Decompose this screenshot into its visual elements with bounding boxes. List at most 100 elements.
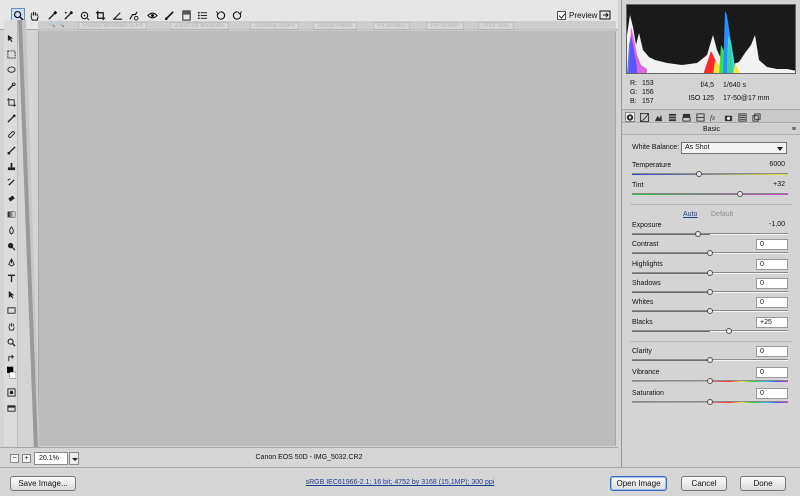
slider-value-field[interactable]: 6000 xyxy=(756,160,788,171)
slider-label: Saturation xyxy=(632,390,664,397)
type-icon[interactable] xyxy=(7,274,16,283)
slider-thumb[interactable] xyxy=(707,308,713,314)
open-image-button[interactable]: Open Image xyxy=(610,476,667,491)
slider-thumb[interactable] xyxy=(707,250,713,256)
rotate-left-icon[interactable] xyxy=(213,8,227,22)
hand-icon[interactable] xyxy=(7,322,16,331)
ghost-option: Fit Screen xyxy=(373,22,411,30)
slider-value-field[interactable]: -1,00 xyxy=(756,220,788,231)
workflow-options-link[interactable]: sRGB IEC61966-2.1; 16 bit; 4752 by 3168 … xyxy=(0,479,800,486)
marquee-icon[interactable] xyxy=(7,50,16,59)
slider-track[interactable] xyxy=(632,193,788,195)
spot-removal-tool-icon[interactable] xyxy=(126,8,140,22)
presets-tab-icon[interactable] xyxy=(737,112,747,122)
dodge-icon[interactable] xyxy=(7,242,16,251)
slider-label: Highlights xyxy=(632,261,663,268)
graduated-filter-icon[interactable] xyxy=(179,8,193,22)
slider-value-field[interactable]: 0 xyxy=(756,297,788,308)
preferences-icon[interactable] xyxy=(195,8,209,22)
lens-corrections-tab-icon[interactable] xyxy=(695,112,705,122)
move-icon[interactable] xyxy=(7,34,16,43)
straighten-tool-icon[interactable] xyxy=(110,8,124,22)
done-button[interactable]: Done xyxy=(740,476,786,491)
history-brush-icon[interactable] xyxy=(7,178,16,187)
fullscreen-icon[interactable] xyxy=(599,9,611,21)
slider-thumb[interactable] xyxy=(707,357,713,363)
split-toning-tab-icon[interactable] xyxy=(681,112,691,122)
adjustment-brush-icon[interactable] xyxy=(162,8,176,22)
file-name-label: Canon EOS 50D - IMG_5032.CR2 xyxy=(255,454,363,461)
slider-value-field[interactable]: 0 xyxy=(756,239,788,250)
quick-mask-icon[interactable] xyxy=(7,388,16,397)
slider-track[interactable] xyxy=(632,173,788,175)
lasso-icon[interactable] xyxy=(7,66,16,75)
slider-thumb[interactable] xyxy=(707,289,713,295)
tone-curve-tab-icon[interactable] xyxy=(639,112,649,122)
path-select-icon[interactable] xyxy=(7,290,16,299)
auto-link[interactable]: Auto xyxy=(683,211,697,218)
default-link[interactable]: Default xyxy=(711,211,733,218)
eraser-icon[interactable] xyxy=(7,194,16,203)
iso: ISO 125 xyxy=(688,95,714,102)
preview-label: Preview xyxy=(569,11,598,20)
zoom-icon[interactable] xyxy=(7,338,16,347)
crop-tool-icon[interactable] xyxy=(93,8,107,22)
target-adjustment-tool-icon[interactable] xyxy=(77,8,91,22)
snapshots-tab-icon[interactable] xyxy=(751,112,761,122)
slider-value-field[interactable]: 0 xyxy=(756,278,788,289)
cancel-button[interactable]: Cancel xyxy=(681,476,727,491)
clone-stamp-icon[interactable] xyxy=(7,162,16,171)
preview-checkbox[interactable] xyxy=(557,11,566,20)
slider-value-field[interactable]: 0 xyxy=(756,259,788,270)
slider-thumb[interactable] xyxy=(694,231,701,237)
slider-value-field[interactable]: +25 xyxy=(756,317,788,328)
color-sampler-tool-icon[interactable] xyxy=(61,8,75,22)
slider-thumb[interactable] xyxy=(707,378,713,384)
slider-track[interactable] xyxy=(632,330,788,332)
shape-icon[interactable] xyxy=(7,306,16,315)
image-canvas[interactable] xyxy=(38,31,616,446)
white-balance-tool-icon[interactable] xyxy=(45,8,59,22)
pen-icon[interactable] xyxy=(7,257,16,267)
healing-brush-icon[interactable] xyxy=(7,130,16,139)
quick-select-icon[interactable] xyxy=(7,82,16,91)
slider-thumb[interactable] xyxy=(707,399,713,405)
slider-track[interactable] xyxy=(632,233,788,235)
preview-toggle[interactable]: Preview xyxy=(557,11,597,20)
slider-thumb[interactable] xyxy=(736,191,743,197)
b-value: 157 xyxy=(642,98,654,105)
swap-colors-icon[interactable] xyxy=(7,354,16,363)
red-eye-removal-tool-icon[interactable] xyxy=(145,8,159,22)
slider-thumb[interactable] xyxy=(696,171,703,177)
color-swatches-icon[interactable] xyxy=(7,366,17,380)
screen-mode-icon[interactable] xyxy=(7,404,16,413)
detail-tab-icon[interactable] xyxy=(653,112,663,122)
effects-tab-icon[interactable]: fx xyxy=(709,112,719,122)
panel-menu-icon[interactable]: ≡ xyxy=(792,126,796,133)
divider-shadow xyxy=(18,20,40,450)
slider-value-field[interactable]: +32 xyxy=(756,180,788,191)
slider-value-field[interactable]: 0 xyxy=(756,346,788,357)
slider-label: Blacks xyxy=(632,319,653,326)
rotate-right-icon[interactable] xyxy=(230,8,244,22)
g-value: 156 xyxy=(642,89,654,96)
white-balance-select[interactable]: As Shot xyxy=(681,142,787,154)
hsl-tab-icon[interactable] xyxy=(667,112,677,122)
crop-icon[interactable] xyxy=(7,98,16,107)
ghost-options-bar: 🔍 🔍 Resize Windows to Fit Zoom All Windo… xyxy=(38,21,616,31)
camera-calibration-tab-icon[interactable] xyxy=(723,112,733,122)
aperture: f/4,5 xyxy=(700,82,714,89)
r-value: 153 xyxy=(642,80,654,87)
ghost-option: Fill Screen xyxy=(426,22,465,30)
slider-thumb[interactable] xyxy=(707,270,713,276)
slider-label: Whites xyxy=(632,299,654,306)
white-balance-label: White Balance: xyxy=(632,144,680,151)
brush-icon[interactable] xyxy=(7,146,16,155)
basic-tab-icon[interactable] xyxy=(625,112,635,122)
eyedropper-icon[interactable] xyxy=(7,114,16,123)
slider-value-field[interactable]: 0 xyxy=(756,367,788,378)
gradient-icon[interactable] xyxy=(7,210,16,219)
blur-icon[interactable] xyxy=(7,226,16,235)
slider-value-field[interactable]: 0 xyxy=(756,388,788,399)
slider-thumb[interactable] xyxy=(725,328,732,334)
